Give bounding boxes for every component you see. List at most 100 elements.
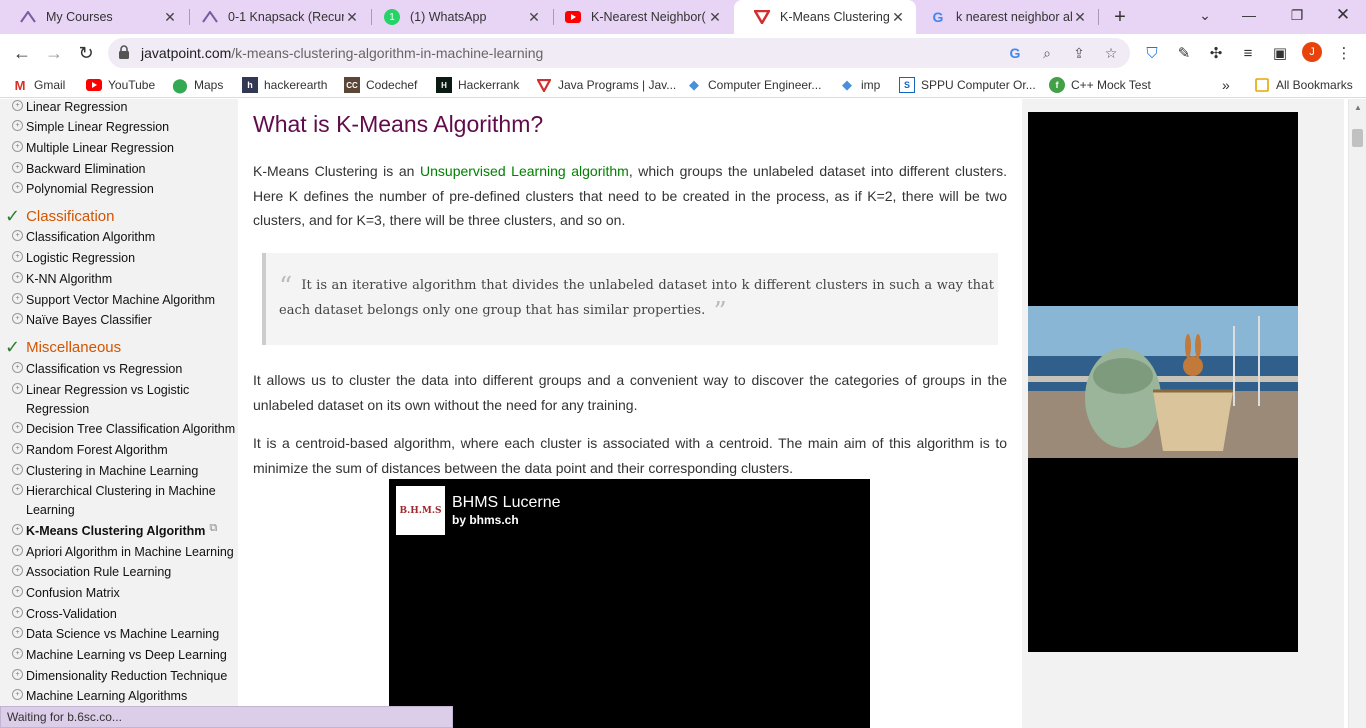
scrollbar-thumb[interactable]: [1352, 129, 1363, 147]
sidebar-item[interactable]: + Hierarchical Clustering in Machine: [12, 482, 216, 501]
sidebar-item[interactable]: + Linear Regression vs Logistic: [12, 381, 189, 400]
tab-title: My Courses: [46, 10, 113, 24]
close-tab-icon[interactable]: ✕: [890, 9, 906, 25]
unsupervised-learning-link[interactable]: Unsupervised Learning algorithm: [420, 163, 629, 179]
all-bookmarks[interactable]: All Bookmarks: [1254, 76, 1353, 94]
codechef-icon: CC: [344, 77, 360, 93]
expand-bullet-icon: +: [12, 272, 23, 283]
close-tab-icon[interactable]: ✕: [707, 9, 723, 25]
side-panel-icon[interactable]: ▣: [1270, 43, 1290, 63]
google-lens-icon[interactable]: G: [1006, 44, 1024, 62]
sidebar-item[interactable]: + Decision Tree Classification Algorithm: [12, 420, 235, 439]
tab-kmeans[interactable]: K-Means Clustering A ✕: [734, 0, 916, 34]
close-tab-icon[interactable]: ✕: [344, 9, 360, 25]
bookmark-cpp-mock[interactable]: f C++ Mock Test: [1049, 76, 1151, 94]
share-icon[interactable]: ⇪: [1070, 44, 1088, 62]
sidebar-item[interactable]: + Clustering in Machine Learning: [12, 462, 198, 481]
sidebar-item-label: Association Rule Learning: [26, 565, 172, 579]
sidebar-item[interactable]: + Confusion Matrix: [12, 584, 120, 603]
advertisement[interactable]: [1028, 112, 1298, 652]
sidebar-item[interactable]: + Naïve Bayes Classifier: [12, 311, 152, 330]
video-ad-player[interactable]: B.H.M.S BHMS Lucerne by bhms.ch: [389, 479, 870, 728]
sidebar-item[interactable]: + Machine Learning Algorithms: [12, 687, 187, 706]
sidebar-item[interactable]: + Backward Elimination: [12, 160, 146, 179]
tab-my-courses[interactable]: My Courses ✕: [0, 0, 188, 34]
bookmark-gmail[interactable]: M Gmail: [12, 76, 66, 94]
bookmark-sppu[interactable]: S SPPU Computer Or...: [899, 76, 1036, 94]
expand-bullet-icon: +: [12, 362, 23, 373]
expand-bullet-icon: +: [12, 313, 23, 324]
sidebar-item-label: Decision Tree Classification Algorithm: [26, 422, 236, 436]
expand-bullet-icon: +: [12, 524, 23, 535]
sidebar-item[interactable]: + Polynomial Regression: [12, 180, 154, 199]
sidebar-item[interactable]: + Association Rule Learning: [12, 563, 171, 582]
profile-avatar[interactable]: J: [1302, 42, 1322, 62]
restore-icon[interactable]: ❐: [1274, 0, 1320, 30]
google-icon: G: [932, 9, 944, 25]
close-tab-icon[interactable]: ✕: [526, 9, 542, 25]
close-tab-icon[interactable]: ✕: [162, 9, 178, 25]
sidebar-item[interactable]: + Simple Linear Regression: [12, 118, 169, 137]
section-classification[interactable]: ✓ Classification: [5, 206, 114, 227]
sidebar-item[interactable]: + Multiple Linear Regression: [12, 139, 174, 158]
javatpoint-icon: [536, 77, 552, 93]
bookmark-codechef[interactable]: CC Codechef: [344, 76, 417, 94]
sidebar-item[interactable]: + Machine Learning vs Deep Learning: [12, 646, 227, 665]
forward-icon[interactable]: →: [40, 39, 68, 67]
pen-extension-icon[interactable]: ✎: [1174, 43, 1194, 63]
bookmark-computer-engineering[interactable]: ◆ Computer Engineer...: [686, 76, 821, 94]
sidebar-item[interactable]: + Apriori Algorithm in Machine Learning: [12, 543, 234, 562]
site-info-icon[interactable]: [118, 45, 132, 61]
section-miscellaneous[interactable]: ✓ Miscellaneous: [5, 337, 121, 358]
sidebar-item[interactable]: + Logistic Regression: [12, 249, 135, 268]
bookmark-maps[interactable]: ⬤ Maps: [172, 76, 223, 94]
new-tab-icon[interactable]: +: [1108, 5, 1132, 29]
menu-kebab-icon[interactable]: ⋮: [1334, 43, 1354, 63]
sidebar-item[interactable]: + K-Means Clustering Algorithm ⧉: [12, 522, 217, 541]
bookmark-youtube[interactable]: YouTube: [86, 76, 155, 94]
sidebar-item[interactable]: + Linear Regression: [12, 99, 127, 117]
sidebar-item[interactable]: + Dimensionality Reduction Technique: [12, 667, 227, 686]
reload-icon[interactable]: ↻: [72, 39, 100, 67]
open-quote-icon: “: [279, 272, 293, 302]
javatpoint-icon: [754, 9, 770, 25]
sidebar-item[interactable]: + K-NN Algorithm: [12, 270, 112, 289]
bookmark-hackerearth[interactable]: h hackerearth: [242, 76, 327, 94]
more-bookmarks-button[interactable]: »: [1222, 76, 1230, 94]
bookmark-imp[interactable]: ◆ imp: [839, 76, 880, 94]
youtube-icon: [86, 77, 102, 93]
sidebar-item[interactable]: + Cross-Validation: [12, 605, 117, 624]
sidebar-item[interactable]: + Classification Algorithm: [12, 228, 155, 247]
sidebar-item[interactable]: + Data Science vs Machine Learning: [12, 625, 219, 644]
shield-extension-icon[interactable]: ⛉: [1142, 43, 1162, 63]
close-window-icon[interactable]: ✕: [1320, 0, 1366, 30]
sidebar-item[interactable]: + Classification vs Regression: [12, 360, 182, 379]
bookmark-java-programs[interactable]: Java Programs | Jav...: [536, 76, 676, 94]
back-icon[interactable]: ←: [8, 39, 36, 67]
zoom-icon[interactable]: ⌕: [1038, 44, 1056, 62]
tab-search-chevron-icon[interactable]: ⌄: [1182, 0, 1228, 30]
bookmark-hackerrank[interactable]: H Hackerrank: [436, 76, 519, 94]
tab-strip: My Courses ✕ 0-1 Knapsack (Recurs ✕ 1 (1…: [0, 0, 1366, 34]
diamond-icon: ◆: [689, 77, 699, 92]
sidebar-item[interactable]: +Learning: [12, 501, 75, 520]
tab-knn-youtube[interactable]: K-Nearest Neighbor( ✕: [545, 0, 733, 34]
tab-google-search[interactable]: G k nearest neighbor al ✕: [910, 0, 1098, 34]
sidebar-item-label: Data Science vs Machine Learning: [26, 627, 220, 641]
tab-whatsapp[interactable]: 1 (1) WhatsApp ✕: [364, 0, 552, 34]
sidebar-item[interactable]: + Random Forest Algorithm: [12, 441, 168, 460]
sidebar-item-label: Support Vector Machine Algorithm: [26, 293, 215, 307]
tab-knapsack[interactable]: 0-1 Knapsack (Recurs ✕: [182, 0, 370, 34]
media-control-icon[interactable]: ≡: [1238, 43, 1258, 63]
minimize-icon[interactable]: —: [1226, 0, 1272, 30]
bookmark-star-icon[interactable]: ☆: [1102, 44, 1120, 62]
expand-bullet-icon: +: [12, 689, 23, 700]
sidebar-item[interactable]: +Regression: [12, 400, 89, 419]
close-tab-icon[interactable]: ✕: [1072, 9, 1088, 25]
sidebar-item[interactable]: + Support Vector Machine Algorithm: [12, 291, 215, 310]
address-bar[interactable]: javatpoint.com/k-means-clustering-algori…: [108, 38, 1130, 68]
extensions-puzzle-icon[interactable]: ✣: [1206, 43, 1226, 63]
page-scrollbar[interactable]: ▲: [1348, 99, 1366, 728]
sppu-icon: S: [899, 77, 915, 93]
scroll-up-icon[interactable]: ▲: [1354, 103, 1362, 112]
